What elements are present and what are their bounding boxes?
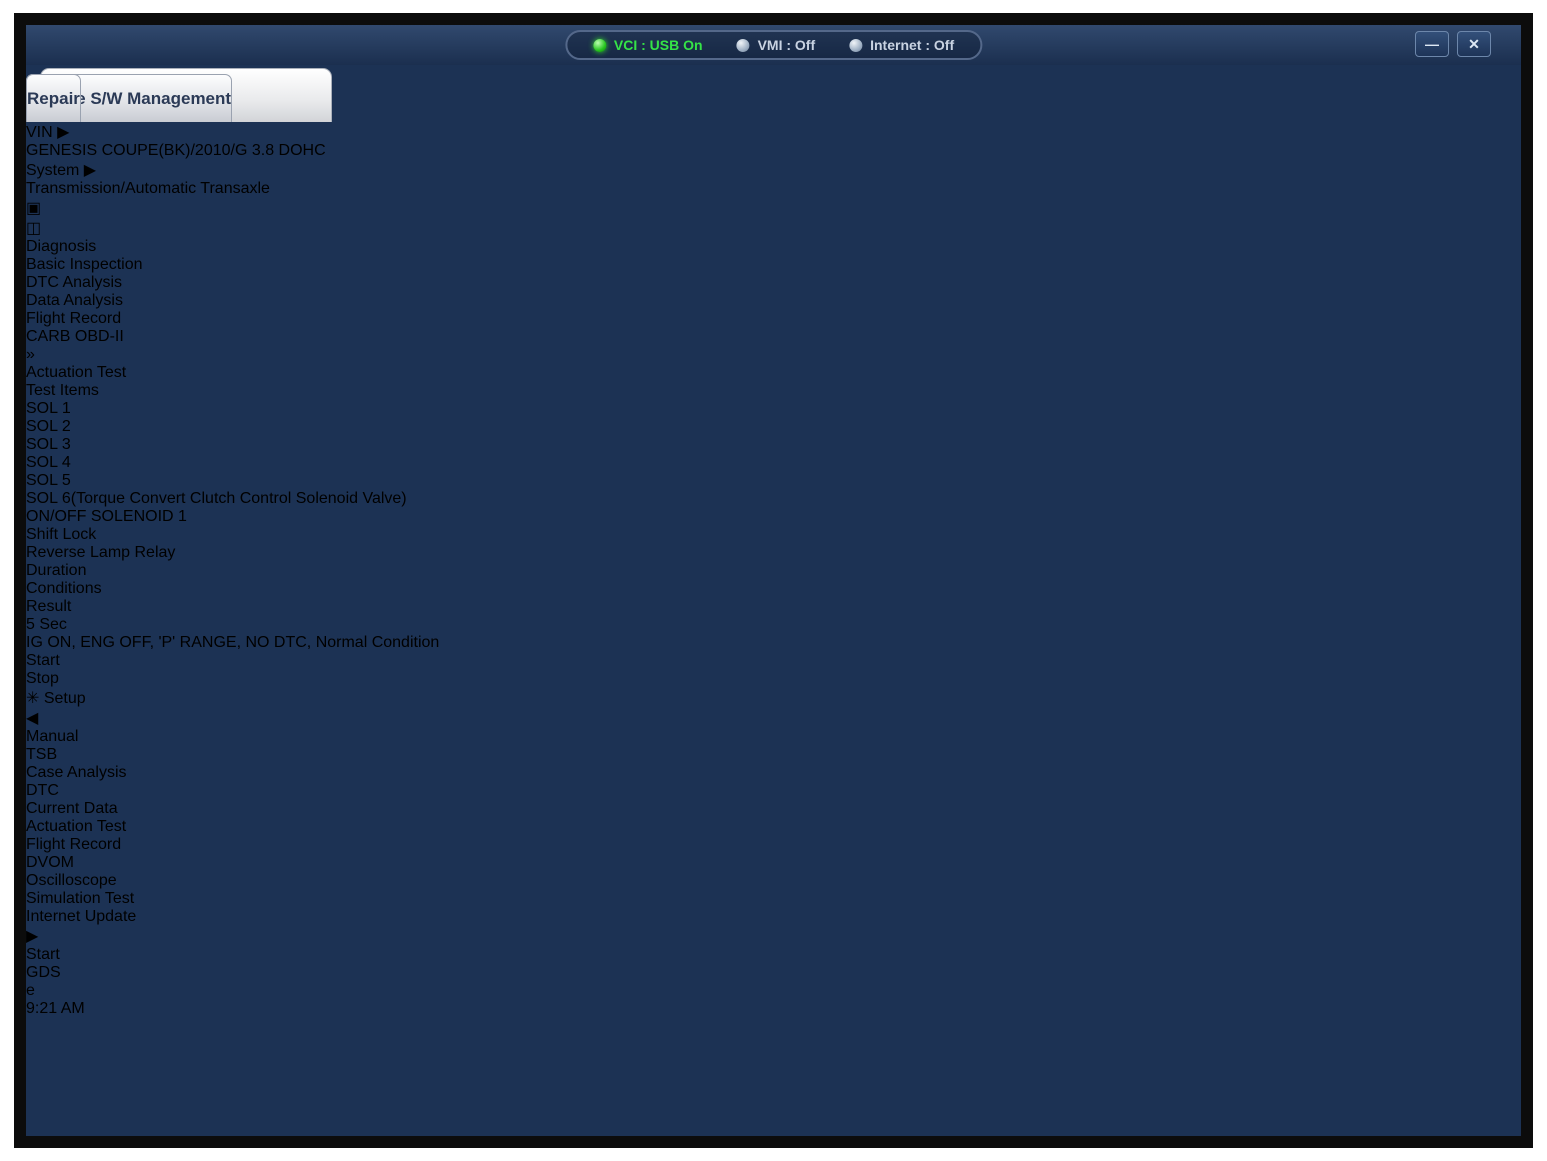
vin-button-label: VIN	[26, 124, 53, 141]
start-label: Start	[26, 946, 60, 963]
sidebar-item-basic-inspection[interactable]: Basic Inspection	[26, 256, 1521, 274]
capture-icon[interactable]: ▣	[26, 198, 1521, 218]
function-toolbar: ✳ Setup ◀ Manual TSB Case Analysis	[26, 688, 1521, 946]
vmi-led-icon	[737, 39, 750, 52]
setup-label: Setup	[44, 690, 86, 707]
report-icon[interactable]: ◫	[26, 218, 1521, 238]
start-button[interactable]: Start	[26, 652, 1521, 670]
system-button[interactable]: System ▶	[26, 160, 1521, 180]
title-bar: VCI : USB On VMI : Off Internet : Off — …	[26, 25, 1521, 65]
result-label: Result	[26, 598, 1521, 616]
list-item-onoff-solenoid1[interactable]: ON/OFF SOLENOID 1	[26, 508, 1521, 526]
vmi-status[interactable]: VMI : Off	[737, 37, 816, 53]
main-area: Diagnosis Basic Inspection DTC Analysis …	[26, 238, 1521, 688]
vci-status-label: VCI : USB On	[614, 37, 703, 53]
system-button-label: System	[26, 162, 79, 179]
internet-led-icon	[849, 39, 862, 52]
list-item-shift-lock[interactable]: Shift Lock	[26, 526, 1521, 544]
duration-label: Duration	[26, 562, 1521, 580]
toolbar-button-manual[interactable]: Manual	[26, 728, 1521, 746]
toolbar-button-dvom[interactable]: DVOM	[26, 854, 1521, 872]
main-tab-bar: GD S Preparation Diagnosis Vehicle S/W M…	[26, 65, 1521, 122]
vmi-status-label: VMI : Off	[758, 37, 816, 53]
vci-led-icon	[593, 39, 606, 52]
stop-button[interactable]: Stop	[26, 670, 1521, 688]
sidebar-menu: Diagnosis Basic Inspection DTC Analysis …	[26, 238, 1521, 346]
sidebar-item-data-analysis[interactable]: Data Analysis	[26, 292, 1521, 310]
vehicle-selection-bar: VIN ▶ GENESIS COUPE(BK)/2010/G 3.8 DOHC …	[26, 122, 1521, 238]
section-title: Actuation Test	[26, 364, 126, 381]
toolbar-button-internet-update[interactable]: Internet Update	[26, 908, 1521, 926]
sidebar-title: Diagnosis	[26, 238, 1521, 256]
list-item-sol1[interactable]: SOL 1	[26, 400, 1521, 418]
list-item-sol3[interactable]: SOL 3	[26, 436, 1521, 454]
test-detail-panel: Duration Conditions Result 5 Sec IG ON, …	[26, 562, 1521, 688]
system-field[interactable]: Transmission/Automatic Transaxle	[26, 180, 1521, 198]
list-item-sol2[interactable]: SOL 2	[26, 418, 1521, 436]
gds-application-screenshot: VCI : USB On VMI : Off Internet : Off — …	[0, 0, 1547, 1161]
window-frame: VCI : USB On VMI : Off Internet : Off — …	[14, 13, 1533, 1148]
conditions-value-box: IG ON, ENG OFF, 'P' RANGE, NO DTC, Norma…	[26, 634, 1521, 652]
vci-status[interactable]: VCI : USB On	[593, 37, 703, 53]
tab-repair[interactable]: Repair	[26, 74, 81, 122]
minimize-button[interactable]: —	[1415, 31, 1449, 57]
sidebar-item-carb-obd-ii[interactable]: CARB OBD-II	[26, 328, 1521, 346]
toolbar-button-flight-record[interactable]: Flight Record	[26, 836, 1521, 854]
sidebar-item-flight-record[interactable]: Flight Record	[26, 310, 1521, 328]
toolbar-button-simulation-test[interactable]: Simulation Test	[26, 890, 1521, 908]
toolbar-button-current-data[interactable]: Current Data	[26, 800, 1521, 818]
toolbar-button-oscilloscope[interactable]: Oscilloscope	[26, 872, 1521, 890]
list-item-sol4[interactable]: SOL 4	[26, 454, 1521, 472]
gds-task-label: GDS	[26, 964, 61, 981]
internet-status-label: Internet : Off	[870, 37, 954, 53]
internet-explorer-icon[interactable]: e	[26, 982, 1521, 1000]
content-area: Actuation Test Test Items SOL 1 SOL 2 SO…	[26, 364, 1521, 688]
vin-button[interactable]: VIN ▶	[26, 122, 1521, 142]
setup-gear-icon: ✳	[26, 690, 39, 707]
test-items-header: Test Items	[26, 382, 1521, 400]
conditions-label: Conditions	[26, 580, 1521, 598]
toolbar-button-tsb[interactable]: TSB	[26, 746, 1521, 764]
toolbar-scroll-right-icon[interactable]: ▶	[26, 926, 1521, 946]
sidebar-item-dtc-analysis[interactable]: DTC Analysis	[26, 274, 1521, 292]
connection-status-panel: VCI : USB On VMI : Off Internet : Off	[565, 30, 982, 60]
toolbar-button-case-analysis[interactable]: Case Analysis	[26, 764, 1521, 782]
duration-value-box: 5 Sec	[26, 616, 1521, 634]
toolbar-scroll-left-icon[interactable]: ◀	[26, 708, 1521, 728]
section-header: Actuation Test	[26, 364, 1521, 382]
vin-field[interactable]: GENESIS COUPE(BK)/2010/G 3.8 DOHC	[26, 142, 1521, 160]
setup-button[interactable]: ✳ Setup	[26, 688, 1521, 708]
system-arrow-icon: ▶	[84, 162, 96, 179]
list-item-sol5[interactable]: SOL 5	[26, 472, 1521, 490]
windows-taskbar: Start GDS e 9:21 AM	[26, 946, 1521, 1018]
start-menu-button[interactable]: Start	[26, 946, 1521, 964]
sidebar-collapse-handle[interactable]: »	[26, 346, 1521, 364]
taskbar-clock: 9:21 AM	[26, 1000, 1521, 1018]
close-button[interactable]: ✕	[1457, 31, 1491, 57]
internet-status[interactable]: Internet : Off	[849, 37, 954, 53]
sidebar: Diagnosis Basic Inspection DTC Analysis …	[26, 238, 1521, 364]
toolbar-button-actuation-test[interactable]: Actuation Test	[26, 818, 1521, 836]
vin-arrow-icon: ▶	[57, 124, 69, 141]
list-item-reverse-lamp-relay[interactable]: Reverse Lamp Relay	[26, 544, 1521, 562]
taskbar-gds-window-button[interactable]: GDS	[26, 964, 1521, 982]
list-item-sol6[interactable]: SOL 6(Torque Convert Clutch Control Sole…	[26, 490, 1521, 508]
toolbar-button-dtc[interactable]: DTC	[26, 782, 1521, 800]
test-items-list: Test Items SOL 1 SOL 2 SOL 3 SOL 4 SOL 5…	[26, 382, 1521, 562]
